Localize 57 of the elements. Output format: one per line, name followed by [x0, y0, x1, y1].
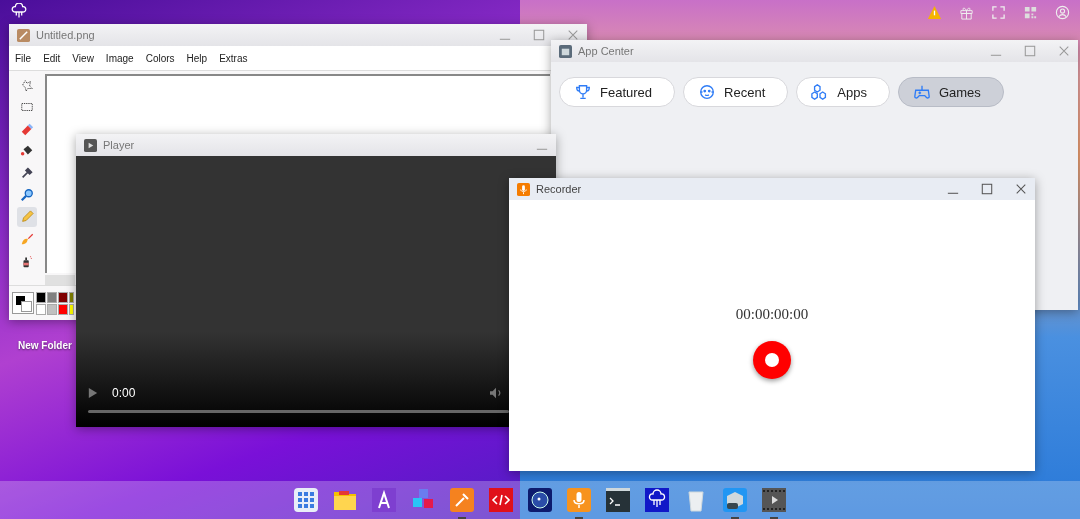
color-swatch[interactable] — [58, 291, 68, 303]
color-swatch[interactable] — [58, 303, 68, 315]
color-swatch[interactable] — [36, 291, 46, 303]
playback-time: 0:00 — [112, 386, 136, 400]
volume-icon[interactable] — [489, 387, 503, 399]
paint-dock-item[interactable] — [450, 488, 474, 519]
video-area[interactable]: 0:00 — [76, 156, 509, 427]
play-icon[interactable] — [88, 387, 98, 399]
eraser-icon — [20, 122, 34, 136]
microphone-icon — [517, 182, 530, 196]
window-title: App Center — [578, 45, 634, 57]
pencil-icon — [20, 210, 34, 224]
face-icon — [698, 83, 717, 101]
color-swatch[interactable] — [69, 291, 74, 303]
gamepad-icon — [912, 83, 931, 101]
record-button[interactable] — [753, 341, 791, 379]
menu-item[interactable]: View — [72, 52, 94, 64]
category-tab[interactable]: Apps — [796, 77, 890, 107]
recording-time: 00:00:00:00 — [735, 306, 809, 323]
appcenter-dock-item[interactable] — [723, 488, 747, 519]
rect-select-icon — [20, 100, 34, 114]
user-icon[interactable] — [1055, 4, 1070, 20]
fullscreen-icon[interactable] — [991, 4, 1006, 20]
horizontal-scrollbar[interactable] — [45, 275, 75, 285]
recorder-dock-item[interactable] — [567, 488, 591, 519]
color-swatch[interactable] — [47, 291, 57, 303]
menu-item[interactable]: Extras — [219, 52, 248, 64]
play-icon — [84, 138, 97, 152]
menu-item[interactable]: Colors — [145, 52, 175, 64]
color-swatch[interactable] — [47, 303, 57, 315]
window-title: Recorder — [536, 183, 582, 195]
fill-icon — [20, 144, 34, 158]
window-title: Player — [103, 139, 135, 151]
close-icon[interactable] — [1058, 45, 1070, 57]
menu-item[interactable]: Edit — [43, 52, 61, 64]
trophy-icon — [574, 83, 592, 101]
close-icon[interactable] — [567, 29, 579, 41]
color-swatch[interactable] — [36, 303, 46, 315]
category-tab[interactable]: Recent — [683, 77, 789, 107]
close-icon[interactable] — [1015, 183, 1027, 195]
brush-icon — [20, 232, 34, 246]
magnifier-icon — [20, 188, 34, 202]
menu-item[interactable]: Help — [186, 52, 208, 64]
free-select-icon — [20, 78, 34, 92]
maximize-icon[interactable] — [981, 183, 993, 195]
qr-code-icon[interactable] — [1023, 4, 1038, 20]
folder-label[interactable]: New Folder — [18, 340, 72, 351]
warning-icon[interactable] — [927, 4, 942, 20]
menu-item[interactable]: File — [15, 52, 32, 64]
window-title: Untitled.png — [36, 29, 95, 41]
store-icon — [559, 44, 572, 58]
color-swatch[interactable] — [69, 303, 74, 315]
category-tab[interactable]: Games — [897, 77, 1004, 107]
player-dock-item[interactable] — [762, 488, 786, 519]
menu-item[interactable]: Image — [105, 52, 134, 64]
current-colors-swatch[interactable] — [12, 292, 34, 314]
category-tab[interactable]: Featured — [559, 77, 676, 107]
